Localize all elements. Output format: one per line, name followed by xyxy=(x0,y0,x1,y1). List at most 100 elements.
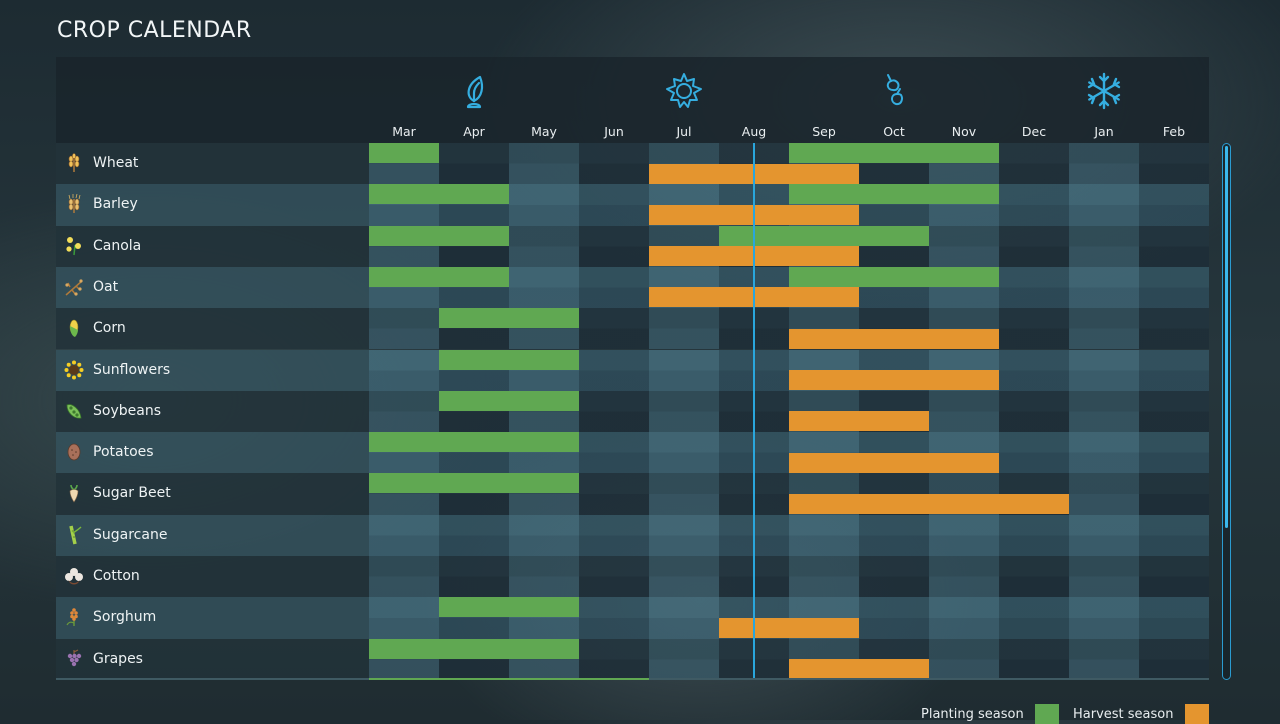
crop-row[interactable]: Wheat xyxy=(56,143,1209,185)
month-cell xyxy=(649,638,719,680)
month-cell xyxy=(579,432,649,474)
crop-row[interactable]: Sugarcane xyxy=(56,514,1209,556)
month-cell xyxy=(999,638,1069,680)
month-header: Jun xyxy=(604,124,624,139)
month-cell xyxy=(789,556,859,598)
crop-name: Sugar Beet xyxy=(93,485,171,502)
grapes-icon xyxy=(64,649,84,669)
planting-season-bar xyxy=(369,225,509,246)
month-cell xyxy=(1069,266,1139,309)
harvest-season-bar xyxy=(789,370,999,391)
month-header: Nov xyxy=(951,124,977,139)
crop-label-cell: Cotton xyxy=(56,556,369,598)
crop-name: Oat xyxy=(93,278,119,295)
crop-label-cell: Canola xyxy=(56,225,369,267)
crop-row[interactable]: Sorghum xyxy=(56,597,1209,639)
month-cell xyxy=(929,225,999,267)
month-cell xyxy=(1069,308,1139,350)
month-cell xyxy=(579,638,649,680)
month-cell xyxy=(1069,556,1139,598)
month-cell xyxy=(859,597,929,639)
month-cell xyxy=(649,514,719,556)
crop-row[interactable]: Sunflowers xyxy=(56,349,1209,391)
crop-label-cell: Potatoes xyxy=(56,432,369,474)
month-header: Sep xyxy=(812,124,836,139)
month-cell xyxy=(509,556,579,598)
month-cell xyxy=(649,308,719,350)
month-cell xyxy=(1069,597,1139,639)
month-cell xyxy=(579,308,649,350)
crop-name: Soybeans xyxy=(93,402,161,419)
crop-label-cell: Grapes xyxy=(56,638,369,680)
crop-row[interactable]: Cotton xyxy=(56,556,1209,598)
month-cell xyxy=(649,432,719,474)
cotton-icon xyxy=(64,566,84,586)
crop-name: Corn xyxy=(93,320,126,337)
month-cell xyxy=(1139,266,1209,309)
month-cell xyxy=(1139,473,1209,515)
planting-season-bar xyxy=(369,266,509,287)
month-cell xyxy=(649,556,719,598)
planting-season-bar xyxy=(789,266,999,287)
crop-row[interactable]: Sugar Beet xyxy=(56,473,1209,515)
planting-season-bar xyxy=(439,349,579,370)
harvest-season-bar xyxy=(789,659,929,680)
month-cell xyxy=(579,349,649,391)
harvest-season-bar xyxy=(789,493,1069,514)
month-cell xyxy=(999,266,1069,309)
canola-icon xyxy=(64,236,84,256)
month-cell xyxy=(579,184,649,226)
crop-row[interactable]: Barley xyxy=(56,184,1209,226)
scrollbar-thumb[interactable] xyxy=(1224,145,1228,528)
scrollbar[interactable] xyxy=(1222,143,1231,680)
leaves-icon xyxy=(874,71,914,111)
month-cell xyxy=(929,638,999,680)
crop-label-cell: Barley xyxy=(56,184,369,226)
crop-row[interactable]: Canola xyxy=(56,225,1209,267)
month-cell xyxy=(999,390,1069,433)
month-cell xyxy=(649,473,719,515)
month-header: Dec xyxy=(1021,124,1047,139)
sugar-beet-icon xyxy=(64,483,84,503)
planting-season-bar xyxy=(789,143,999,163)
crop-row[interactable]: Oat xyxy=(56,266,1209,309)
crop-name: Sunflowers xyxy=(93,361,171,378)
page-title: CROP CALENDAR xyxy=(57,18,252,43)
month-cell xyxy=(439,556,509,598)
month-cell xyxy=(649,390,719,433)
month-cell xyxy=(579,225,649,267)
planting-season-bar xyxy=(369,184,509,205)
crop-name: Barley xyxy=(93,196,138,213)
month-header: May xyxy=(531,124,557,139)
month-cell xyxy=(929,390,999,433)
crop-name: Cotton xyxy=(93,568,140,584)
crop-row[interactable]: Potatoes xyxy=(56,432,1209,474)
crop-label-cell: Soybeans xyxy=(56,390,369,433)
crop-row[interactable]: Corn xyxy=(56,308,1209,350)
month-cell xyxy=(1139,390,1209,433)
legend-planting-swatch xyxy=(1035,704,1059,724)
crop-row[interactable]: Grapes xyxy=(56,638,1209,680)
sprout-icon xyxy=(454,71,494,111)
month-cell xyxy=(999,349,1069,391)
month-cell xyxy=(509,266,579,309)
planting-season-bar xyxy=(369,432,579,453)
planting-season-bar xyxy=(719,225,929,246)
potato-icon xyxy=(64,442,84,462)
sun-icon xyxy=(664,71,704,111)
crop-label-cell: Sunflowers xyxy=(56,349,369,391)
month-cell xyxy=(579,597,649,639)
month-cell xyxy=(579,143,649,185)
month-cell xyxy=(999,143,1069,185)
wheat-icon xyxy=(64,153,84,173)
month-cell xyxy=(579,514,649,556)
month-header: Apr xyxy=(463,124,485,139)
month-cell xyxy=(929,597,999,639)
month-cell xyxy=(1069,432,1139,474)
planting-season-bar xyxy=(439,390,579,411)
month-cell xyxy=(369,514,439,556)
month-cell xyxy=(789,514,859,556)
month-cell xyxy=(859,556,929,598)
crop-row[interactable]: Soybeans xyxy=(56,390,1209,433)
month-cell xyxy=(579,556,649,598)
